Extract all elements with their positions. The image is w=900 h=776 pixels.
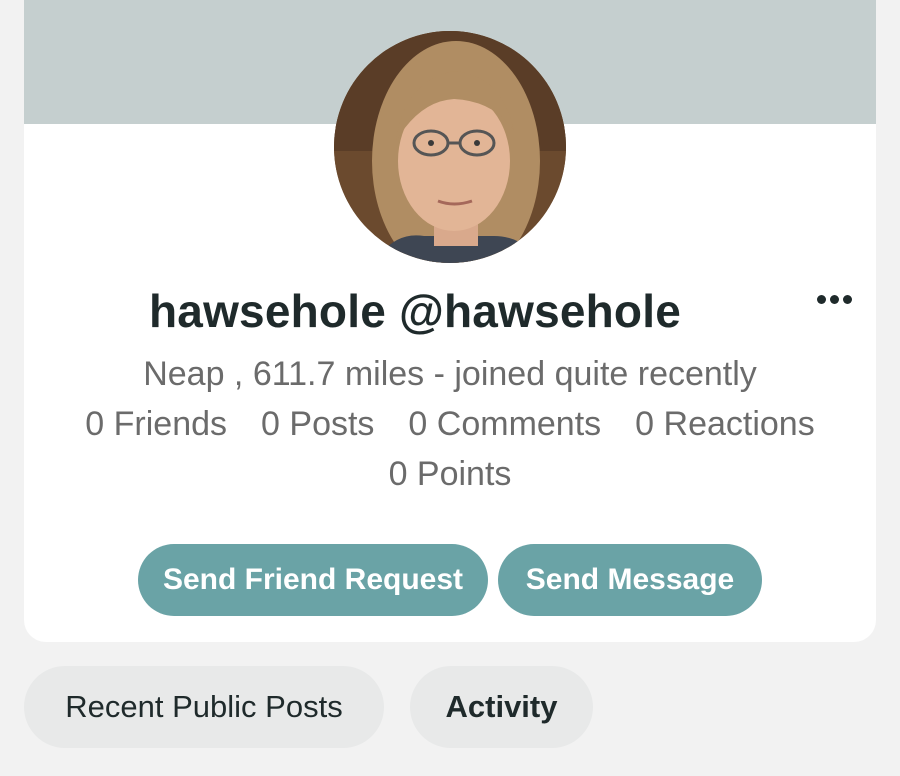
profile-name: hawsehole @hawsehole [148, 285, 681, 337]
profile-location: Neap , 611.7 miles - joined quite recent… [143, 355, 757, 393]
more-horizontal-icon [816, 294, 826, 304]
more-horizontal-icon-dot [829, 294, 839, 304]
tab-recent-public-posts[interactable]: Recent Public Posts [24, 666, 384, 748]
stat-comments[interactable]: 0 Comments [408, 405, 601, 444]
stat-posts[interactable]: 0 Posts [261, 405, 374, 444]
avatar[interactable] [334, 31, 566, 263]
more-options-button[interactable] [814, 286, 854, 312]
avatar-photo [334, 31, 566, 263]
stat-points[interactable]: 0 Points [389, 455, 512, 493]
tab-activity[interactable]: Activity [410, 666, 593, 748]
more-horizontal-icon-dot [842, 294, 852, 304]
stat-reactions[interactable]: 0 Reactions [635, 405, 815, 444]
profile-card: hawsehole @hawsehole Neap , 611.7 miles … [24, 0, 876, 642]
stat-friends[interactable]: 0 Friends [85, 405, 227, 444]
stat-points-row: 0 Points [24, 455, 876, 494]
send-message-button[interactable]: Send Message [498, 544, 762, 616]
profile-stats: 0 Friends 0 Posts 0 Comments 0 Reactions [24, 405, 876, 444]
send-friend-request-button[interactable]: Send Friend Request [138, 544, 488, 616]
